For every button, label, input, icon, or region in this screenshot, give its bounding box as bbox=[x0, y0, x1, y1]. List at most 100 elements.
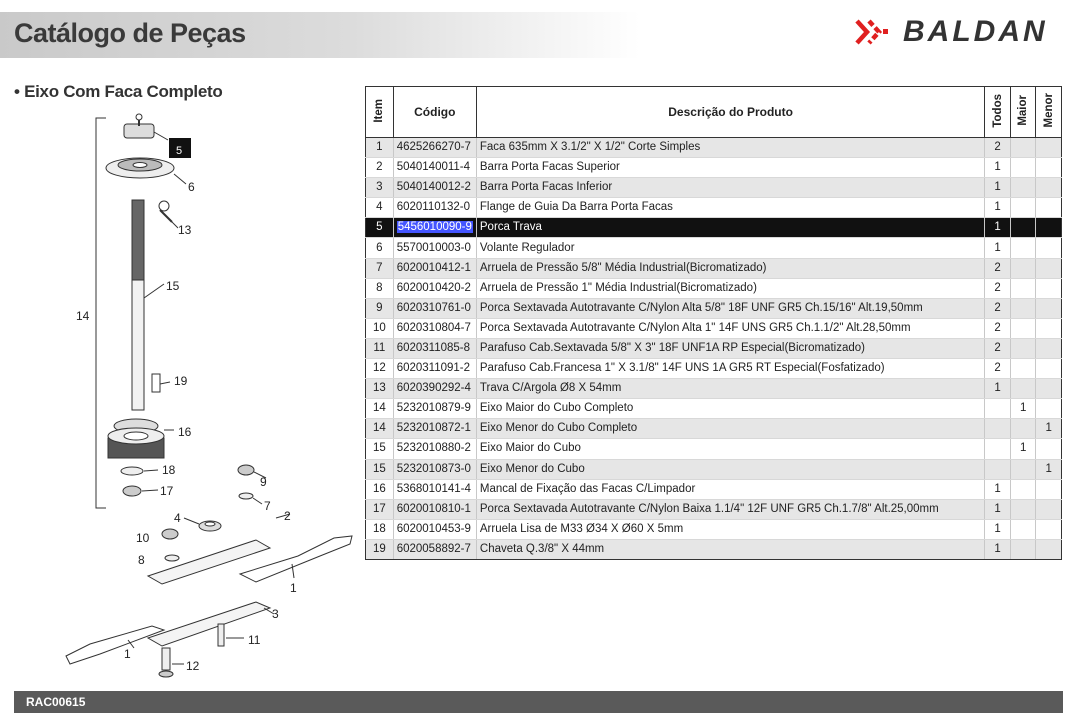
table-row[interactable]: 10 6020310804-7 Porca Sextavada Autotravan… bbox=[365, 318, 1062, 339]
table-row[interactable]: 14 5232010879-9 Eixo Maior do Cubo Complet… bbox=[365, 398, 1062, 420]
cell-qty-all: 2 bbox=[984, 278, 1011, 299]
part-code-text: 5368010141-4 bbox=[396, 482, 471, 495]
cell-description: Barra Porta Facas Superior bbox=[476, 157, 986, 179]
cell-qty-smaller bbox=[1035, 157, 1062, 179]
cell-item: 14 bbox=[365, 398, 394, 420]
cell-code: 6020010453-9 bbox=[393, 519, 477, 540]
table-row[interactable]: 12 6020311091-2 Parafuso Cab.Francesa 1" X… bbox=[365, 358, 1062, 380]
cell-qty-larger: 1 bbox=[1010, 398, 1037, 420]
cell-code: 5570010003-0 bbox=[393, 237, 477, 259]
part-code-text: 6020010420-2 bbox=[396, 281, 471, 294]
callout-label: 1 bbox=[290, 581, 297, 595]
cell-qty-larger bbox=[1010, 137, 1037, 159]
table-row[interactable]: 7 6020010412-1 Arruela de Pressão 5/8" Méd… bbox=[365, 258, 1062, 279]
cell-code: 6020058892-7 bbox=[393, 539, 477, 560]
part-code-text: 5570010003-0 bbox=[396, 241, 471, 254]
cell-qty-all: 1 bbox=[984, 378, 1011, 400]
cell-description: Volante Regulador bbox=[476, 237, 986, 259]
part-code-text: 5040140011-4 bbox=[396, 161, 471, 174]
cell-item: 19 bbox=[365, 539, 394, 560]
cell-item: 15 bbox=[365, 438, 394, 460]
cell-qty-smaller bbox=[1035, 398, 1062, 420]
table-row[interactable]: 2 5040140011-4 Barra Porta Facas Superior 1 bbox=[365, 157, 1062, 179]
table-row[interactable]: 17 6020010810-1 Porca Sextavada Autotravan… bbox=[365, 499, 1062, 520]
table-row[interactable]: 14 5232010872-1 Eixo Menor do Cubo Complet… bbox=[365, 418, 1062, 440]
part-code-text: 5040140012-2 bbox=[396, 181, 471, 194]
table-row[interactable]: 18 6020010453-9 Arruela Lisa de M33 Ø34 X … bbox=[365, 519, 1062, 540]
cell-item: 15 bbox=[365, 459, 394, 480]
table-row[interactable]: 4 6020110132-0 Flange de Guia Da Barra Por… bbox=[365, 197, 1062, 219]
cell-item: 18 bbox=[365, 519, 394, 540]
col-header-larger: Maior bbox=[1009, 86, 1037, 138]
part-high-nut bbox=[161, 528, 179, 540]
cell-item: 11 bbox=[365, 338, 394, 360]
cell-qty-smaller bbox=[1035, 298, 1062, 319]
part-bolt-small bbox=[217, 623, 244, 647]
part-bottom-nut bbox=[122, 485, 142, 497]
cell-qty-larger bbox=[1010, 298, 1037, 319]
callout-label: 6 bbox=[188, 180, 195, 194]
cell-qty-smaller bbox=[1035, 519, 1062, 540]
cell-qty-smaller: 1 bbox=[1035, 418, 1062, 440]
cell-code: 5456010090-9 bbox=[393, 217, 477, 239]
table-row[interactable]: 16 5368010141-4 Mancal de Fixação das Faca… bbox=[365, 479, 1062, 500]
cell-code: 6020110132-0 bbox=[393, 197, 477, 219]
cell-code: 5232010879-9 bbox=[393, 398, 477, 420]
part-code-text: 5456010090-9 bbox=[396, 221, 473, 234]
callout-label: 3 bbox=[272, 607, 279, 621]
cell-description: Eixo Maior do Cubo Completo bbox=[476, 398, 986, 420]
table-row[interactable]: 1 4625266270-7 Faca 635mm X 3.1/2" X 1/2" … bbox=[365, 137, 1062, 159]
table-row[interactable]: 3 5040140012-2 Barra Porta Facas Inferior 1 bbox=[365, 177, 1062, 199]
cell-code: 4625266270-7 bbox=[393, 137, 477, 159]
cell-qty-smaller: 1 bbox=[1035, 459, 1062, 480]
cell-description: Arruela de Pressão 1" Média Industrial(B… bbox=[476, 278, 986, 299]
cell-qty-larger bbox=[1010, 519, 1037, 540]
cell-qty-all: 1 bbox=[984, 237, 1011, 259]
cell-description: Flange de Guia Da Barra Porta Facas bbox=[476, 197, 986, 219]
cell-qty-larger bbox=[1010, 157, 1037, 179]
cell-description: Parafuso Cab.Francesa 1" X 3.1/8" 14F UN… bbox=[476, 358, 986, 380]
part-code-text: 6020010412-1 bbox=[396, 261, 471, 274]
callout-label: 16 bbox=[178, 425, 192, 439]
cell-code: 5040140011-4 bbox=[393, 157, 477, 179]
brand-chevron-icon bbox=[855, 19, 888, 45]
cell-code: 5232010872-1 bbox=[393, 418, 477, 440]
callout-label: 1 bbox=[124, 647, 131, 661]
callout-label: 7 bbox=[264, 499, 271, 513]
cell-description: Porca Sextavada Autotravante C/Nylon Bai… bbox=[476, 499, 986, 520]
cell-qty-smaller bbox=[1035, 278, 1062, 299]
part-code-text: 4625266270-7 bbox=[396, 141, 471, 154]
cell-qty-larger bbox=[1010, 358, 1037, 380]
cell-qty-all: 2 bbox=[984, 318, 1011, 339]
cell-item: 1 bbox=[365, 137, 394, 159]
callout-label: 2 bbox=[284, 509, 291, 523]
table-row[interactable]: 15 5232010880-2 Eixo Maior do Cubo 1 bbox=[365, 438, 1062, 460]
table-row[interactable]: 15 5232010873-0 Eixo Menor do Cubo 1 bbox=[365, 459, 1062, 480]
table-row[interactable]: 11 6020311085-8 Parafuso Cab.Sextavada 5/8… bbox=[365, 338, 1062, 360]
table-row[interactable]: 6 5570010003-0 Volante Regulador 1 bbox=[365, 237, 1062, 259]
cell-item: 12 bbox=[365, 358, 394, 380]
cell-item: 14 bbox=[365, 418, 394, 440]
cell-qty-larger bbox=[1010, 499, 1037, 520]
cell-qty-all: 2 bbox=[984, 258, 1011, 279]
table-row[interactable]: 8 6020010420-2 Arruela de Pressão 1" Média… bbox=[365, 278, 1062, 299]
cell-description: Chaveta Q.3/8" X 44mm bbox=[476, 539, 986, 560]
callout-label: 9 bbox=[260, 475, 267, 489]
cell-qty-all: 1 bbox=[984, 177, 1011, 199]
cell-description: Porca Trava bbox=[476, 217, 986, 239]
cell-qty-all bbox=[984, 398, 1011, 420]
cell-qty-larger bbox=[1010, 539, 1037, 560]
part-code-text: 6020310761-0 bbox=[396, 301, 471, 314]
cell-description: Trava C/Argola Ø8 X 54mm bbox=[476, 378, 986, 400]
table-row-selected[interactable]: 5 5456010090-9 Porca Trava 1 bbox=[365, 217, 1062, 239]
cell-item: 10 bbox=[365, 318, 394, 339]
cell-qty-smaller bbox=[1035, 539, 1062, 560]
table-row[interactable]: 9 6020310761-0 Porca Sextavada Autotravant… bbox=[365, 298, 1062, 319]
cell-qty-all: 2 bbox=[984, 358, 1011, 380]
table-row[interactable]: 13 6020390292-4 Trava C/Argola Ø8 X 54mm 1 bbox=[365, 378, 1062, 400]
table-row[interactable]: 19 6020058892-7 Chaveta Q.3/8" X 44mm 1 bbox=[365, 539, 1062, 560]
cell-qty-all bbox=[984, 459, 1011, 480]
cell-description: Eixo Menor do Cubo bbox=[476, 459, 986, 480]
cell-qty-larger bbox=[1010, 338, 1037, 360]
exploded-parts-diagram: 5 6 13 15 14 19 16 18 17 9 7 4 2 10 8 1 … bbox=[65, 113, 353, 678]
